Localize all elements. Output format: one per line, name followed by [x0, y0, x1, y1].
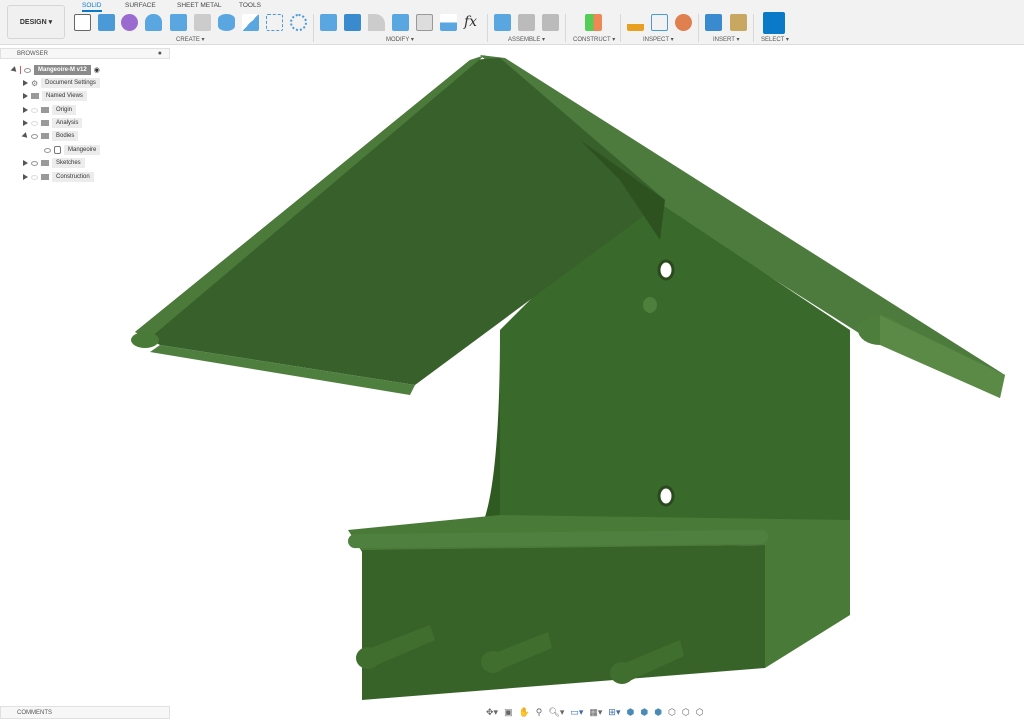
collapse-icon[interactable]	[10, 66, 19, 74]
assemble-menu[interactable]: ASSEMBLE ▾	[508, 36, 545, 43]
insert-image-icon[interactable]	[705, 14, 722, 31]
visible-edges-icon[interactable]: ⬡	[668, 707, 676, 718]
shaded-edges-icon[interactable]: ⬢	[640, 707, 648, 718]
browser-header: BROWSER ●	[0, 48, 170, 59]
offset-plane-icon[interactable]	[585, 14, 602, 31]
expand-icon[interactable]	[23, 174, 28, 180]
gear-icon: ⚙	[31, 78, 39, 88]
folder-icon	[31, 93, 39, 99]
eye-hidden-icon[interactable]	[31, 107, 38, 113]
tab-solid[interactable]: SOLID	[82, 2, 102, 12]
create-sketch-icon[interactable]	[74, 14, 91, 31]
eye-hidden-icon[interactable]	[31, 120, 38, 126]
browser-item-analysis[interactable]: Analysis	[52, 118, 83, 128]
measure-icon[interactable]	[627, 14, 644, 31]
circular-pattern-icon[interactable]	[290, 14, 307, 31]
browser-item-named-views[interactable]: Named Views	[42, 91, 87, 101]
zoom-icon[interactable]: 🔍︎▾	[548, 707, 564, 718]
browser-panel: BROWSER ● Mangeoire-M v12 ◉ ⚙ Document Sett…	[0, 48, 170, 188]
as-built-joint-icon[interactable]	[542, 14, 559, 31]
rectangular-pattern-icon[interactable]	[266, 14, 283, 31]
shaded-icon[interactable]: ⬢	[626, 707, 634, 718]
extrude-icon[interactable]	[98, 14, 115, 31]
folder-icon	[41, 174, 49, 180]
browser-item-construction[interactable]: Construction	[52, 172, 94, 182]
expand-icon[interactable]	[23, 80, 28, 86]
navigation-bar: ✥▾ ▣ ✋ ⚲ 🔍︎▾ ▭▾ ▦▾ ⊞▾ ⬢ ⬢ ⬢ ⬡ ⬡ ⬡	[486, 705, 704, 720]
joint-icon[interactable]	[518, 14, 535, 31]
cylinder-icon[interactable]	[218, 14, 235, 31]
modify-menu[interactable]: MODIFY ▾	[386, 36, 414, 43]
look-at-icon[interactable]: ▣	[504, 707, 513, 718]
folder-icon	[41, 107, 49, 113]
fillet-icon[interactable]	[344, 14, 361, 31]
pyramid-icon[interactable]	[242, 14, 259, 31]
insert-mesh-icon[interactable]	[730, 14, 747, 31]
tab-tools[interactable]: TOOLS	[239, 2, 261, 9]
pin-icon[interactable]: ●	[158, 50, 162, 57]
expand-icon[interactable]	[23, 160, 28, 166]
workspace-switcher[interactable]: DESIGN ▾	[7, 5, 65, 39]
interference-icon[interactable]	[651, 14, 668, 31]
parameters-icon[interactable]: fx	[464, 14, 481, 31]
chamfer-icon[interactable]	[368, 14, 385, 31]
section-analysis-icon[interactable]	[675, 14, 692, 31]
eye-icon[interactable]	[44, 147, 51, 153]
wireframe-icon[interactable]: ⬡	[682, 707, 690, 718]
browser-item-document-settings[interactable]: Document Settings	[41, 78, 100, 88]
folder-icon	[41, 133, 49, 139]
browser-item-mangeoire[interactable]: Mangeoire	[64, 145, 101, 155]
bird-feeder-model	[131, 55, 1005, 700]
collapse-icon[interactable]	[21, 132, 30, 140]
comments-title: COMMENTS	[17, 710, 52, 716]
hidden-edges-icon[interactable]: ⬢	[654, 707, 662, 718]
expand-icon[interactable]	[23, 107, 28, 113]
hole-icon[interactable]	[194, 14, 211, 31]
create-menu[interactable]: CREATE ▾	[176, 36, 205, 43]
root-component[interactable]: Mangeoire-M v12	[34, 65, 91, 75]
eye-icon[interactable]	[24, 67, 31, 73]
expand-icon[interactable]	[23, 93, 28, 99]
folder-icon	[41, 120, 49, 126]
inspect-menu[interactable]: INSPECT ▾	[643, 36, 674, 43]
sweep-icon[interactable]	[170, 14, 187, 31]
eye-icon[interactable]	[31, 133, 38, 139]
tab-sheet-metal[interactable]: SHEET METAL	[177, 2, 222, 9]
select-menu[interactable]: SELECT ▾	[761, 36, 789, 43]
browser-item-bodies[interactable]: Bodies	[52, 131, 79, 141]
display-settings-icon[interactable]: ▭▾	[570, 707, 583, 718]
folder-icon	[41, 160, 49, 166]
eye-hidden-icon[interactable]	[31, 174, 38, 180]
expand-icon[interactable]	[23, 120, 28, 126]
scale-icon[interactable]	[440, 14, 457, 31]
form-icon[interactable]	[121, 14, 138, 31]
comments-panel[interactable]: COMMENTS	[0, 706, 170, 719]
zoom-window-icon[interactable]: ⚲	[536, 707, 543, 718]
tab-surface[interactable]: SURFACE	[125, 2, 156, 9]
body-icon	[54, 146, 61, 154]
browser-item-sketches[interactable]: Sketches	[52, 158, 85, 168]
shell-icon[interactable]	[392, 14, 409, 31]
eye-icon[interactable]	[31, 160, 38, 166]
browser-item-origin[interactable]: Origin	[52, 105, 77, 115]
activate-icon[interactable]: ◉	[94, 66, 100, 74]
viewports-icon[interactable]: ⊞▾	[608, 707, 620, 718]
new-component-icon[interactable]	[494, 14, 511, 31]
select-icon[interactable]	[763, 12, 785, 34]
grid-icon[interactable]: ▦▾	[589, 707, 602, 718]
pan-icon[interactable]: ✋	[519, 707, 530, 718]
revolve-icon[interactable]	[145, 14, 162, 31]
orbit-icon[interactable]: ✥▾	[486, 707, 498, 718]
construct-menu[interactable]: CONSTRUCT ▾	[573, 36, 615, 43]
browser-title: BROWSER	[17, 51, 49, 57]
insert-menu[interactable]: INSERT ▾	[713, 36, 739, 43]
draft-icon[interactable]	[416, 14, 433, 31]
press-pull-icon[interactable]	[320, 14, 337, 31]
toolbar: DESIGN ▾ SOLID SURFACE SHEET METAL TOOLS…	[0, 0, 1024, 45]
wireframe-hidden-icon[interactable]: ⬡	[696, 707, 704, 718]
